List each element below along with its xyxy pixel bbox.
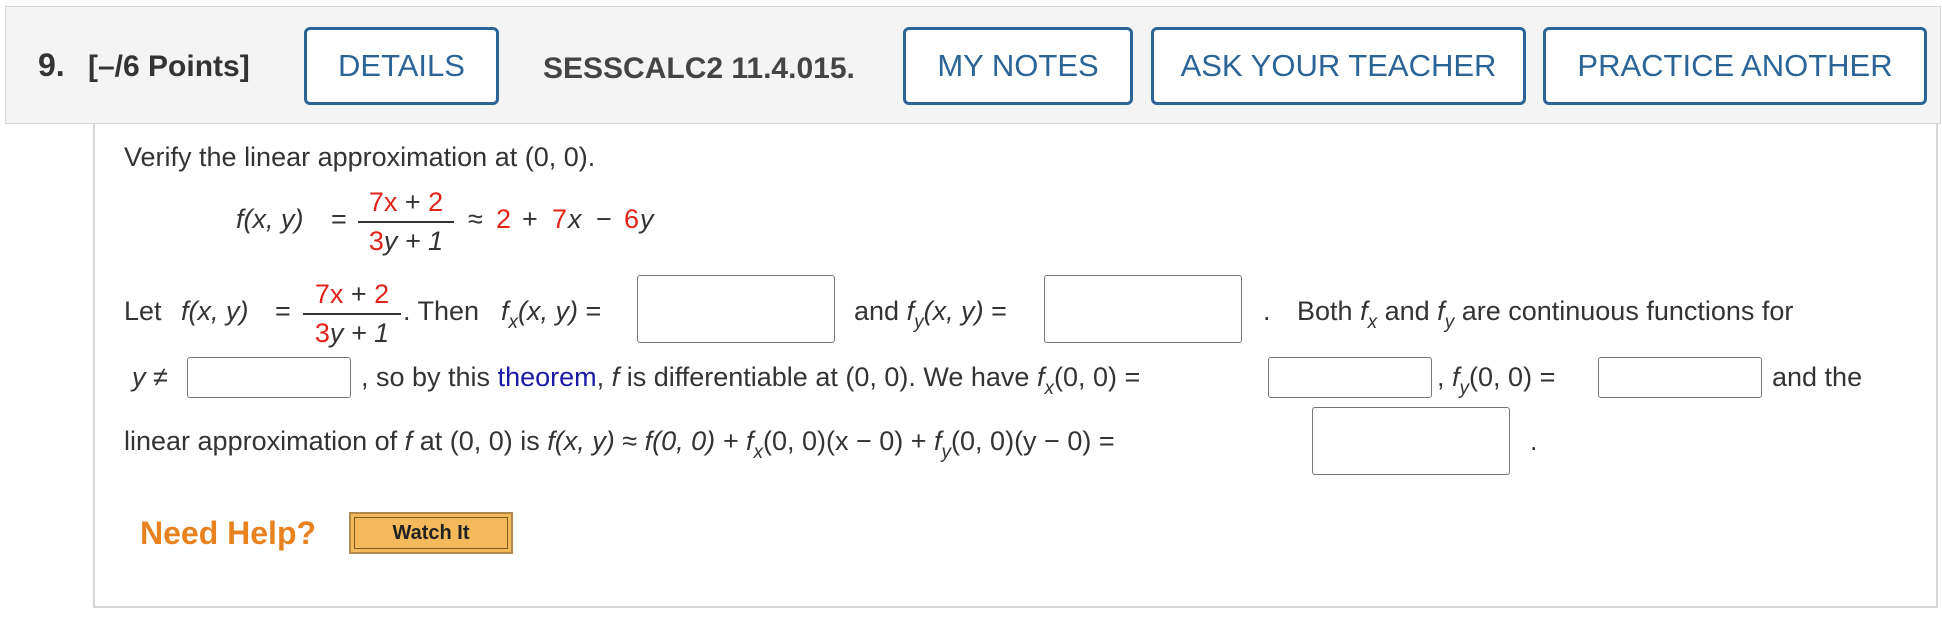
watch-it-button[interactable]: Watch It — [349, 512, 513, 554]
y-neq-text: y ≠ — [132, 362, 168, 392]
period-mark: . — [1263, 296, 1271, 326]
then-text: . Then — [403, 296, 480, 326]
linear-approx-text: linear approximation of f at (0, 0) is f… — [124, 426, 1115, 463]
let-num-a: 7x — [314, 279, 344, 309]
let-fraction: 7x + 2 3y + 1 — [303, 281, 401, 347]
fy00-text: , fy(0, 0) = — [1437, 362, 1556, 399]
approx-x-coef: 7 — [552, 204, 568, 234]
and-the-text: and the — [1772, 362, 1863, 392]
question-header: 9. [–/6 Points] DETAILS SESSCALC2 11.4.0… — [5, 6, 1941, 124]
watch-it-label: Watch It — [354, 517, 508, 549]
fx00-answer-input[interactable] — [1268, 357, 1432, 398]
final-period: . — [1530, 426, 1538, 456]
details-button[interactable]: DETAILS — [304, 27, 499, 105]
my-notes-button[interactable]: MY NOTES — [903, 27, 1133, 105]
plus-sign: + — [522, 204, 538, 234]
den-b: y + 1 — [383, 226, 444, 256]
y-neq-answer-input[interactable] — [187, 357, 351, 398]
let-den-b: y + 1 — [329, 318, 390, 348]
fx-expr: fx(x, y) = — [501, 296, 602, 333]
num-plus: + — [397, 187, 429, 217]
points-label: [–/6 Points] — [88, 50, 250, 83]
num-a: 7x — [368, 187, 398, 217]
approx-x: x — [568, 204, 582, 234]
assignment-id: SESSCALC2 11.4.015. — [543, 52, 855, 85]
and-fy-expr: and fy(x, y) = — [854, 296, 1007, 333]
practice-another-button[interactable]: PRACTICE ANOTHER — [1543, 27, 1927, 105]
so-by-text: , so by this theorem, f is differentiabl… — [361, 362, 1141, 399]
den-a: 3 — [368, 226, 384, 256]
function-def: f(x, y) — [236, 204, 304, 234]
both-continuous-text: Both fx and fy are continuous functions … — [1297, 296, 1794, 333]
equals-sign: = — [331, 204, 347, 234]
approx-sign: ≈ — [468, 204, 483, 234]
approx-const: 2 — [496, 204, 512, 234]
formula-fraction: 7x + 2 3y + 1 — [358, 189, 454, 255]
question-number: 9. — [38, 47, 65, 83]
approx-y: y — [640, 204, 654, 234]
need-help-label: Need Help? — [140, 515, 317, 551]
ask-teacher-button[interactable]: ASK YOUR TEACHER — [1151, 27, 1526, 105]
let-fdef: f(x, y) — [181, 296, 249, 326]
let-den-a: 3 — [314, 318, 330, 348]
fy-answer-input[interactable] — [1044, 275, 1242, 343]
minus-sign: − — [596, 204, 612, 234]
linear-approx-answer-input[interactable] — [1312, 407, 1510, 475]
question-intro: Verify the linear approximation at (0, 0… — [124, 142, 596, 172]
approx-y-coef: 6 — [624, 204, 640, 234]
let-text: Let — [124, 296, 162, 326]
let-num-plus: + — [343, 279, 375, 309]
num-b: 2 — [428, 187, 444, 217]
fy00-answer-input[interactable] — [1598, 357, 1762, 398]
fx-answer-input[interactable] — [637, 275, 835, 343]
theorem-link[interactable]: theorem — [498, 362, 597, 392]
let-equals: = — [275, 296, 291, 326]
let-num-b: 2 — [374, 279, 390, 309]
